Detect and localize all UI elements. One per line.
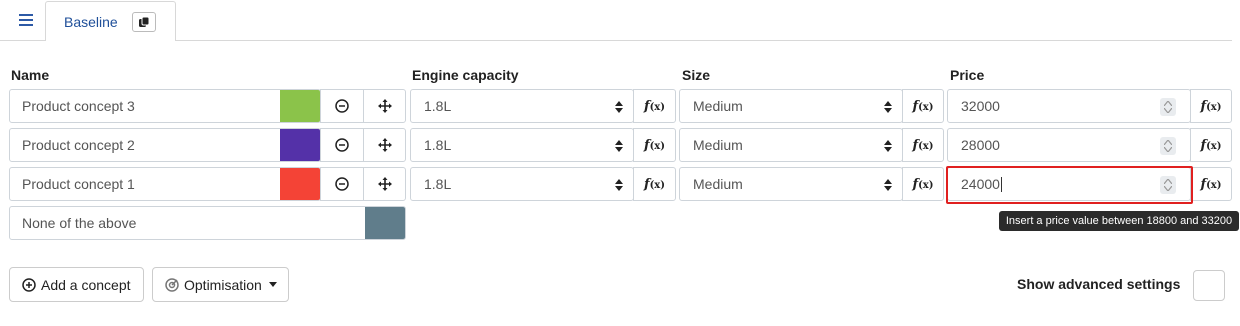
engine-formula-label: f(x) <box>643 98 666 114</box>
updown-icon <box>615 101 623 113</box>
price-value: 32000 <box>961 98 1000 114</box>
price-input[interactable]: 32000 <box>947 89 1191 123</box>
concept-name: Product concept 3 <box>22 98 135 114</box>
updown-icon <box>884 101 892 113</box>
tab-baseline[interactable]: Baseline <box>45 1 176 41</box>
engine-formula-button[interactable]: f(x) <box>633 128 676 162</box>
advanced-settings-label: Show advanced settings <box>1017 276 1181 292</box>
price-tooltip: Insert a price value between 18800 and 3… <box>999 211 1239 231</box>
concept-name-field[interactable]: Product concept 1 <box>9 167 321 201</box>
engine-formula-label: f(x) <box>643 176 666 192</box>
price-formula-label: f(x) <box>1200 137 1222 153</box>
spinner-icon[interactable] <box>1160 137 1176 155</box>
concept-color-swatch[interactable] <box>280 90 320 122</box>
engine-select[interactable]: 1.8L <box>410 128 634 162</box>
concept-name: Product concept 2 <box>22 137 135 153</box>
price-value-wrap: 32000 <box>961 90 1000 122</box>
plus-circle-icon <box>22 277 36 292</box>
move-arrows-icon <box>377 177 392 191</box>
add-concept-button[interactable]: Add a concept <box>9 267 144 302</box>
size-formula-label: f(x) <box>912 137 934 153</box>
column-header-name: Name <box>11 67 50 83</box>
concept-name-field[interactable]: Product concept 3 <box>9 89 321 123</box>
column-header-size: Size <box>682 67 711 83</box>
size-value: Medium <box>693 176 743 192</box>
copy-tab-button[interactable] <box>131 11 156 32</box>
none-color-swatch[interactable] <box>365 207 405 239</box>
add-concept-label: Add a concept <box>41 276 131 293</box>
size-formula-button[interactable]: f(x) <box>902 167 944 201</box>
size-formula-button[interactable]: f(x) <box>902 89 944 123</box>
size-select[interactable]: Medium <box>679 89 903 123</box>
minus-circle-icon <box>335 99 349 113</box>
move-concept-button[interactable] <box>363 128 406 162</box>
updown-icon <box>884 140 892 152</box>
menu-button[interactable] <box>10 6 42 34</box>
engine-value: 1.8L <box>424 176 452 192</box>
minus-circle-icon <box>335 177 349 191</box>
concept-color-swatch[interactable] <box>280 129 320 161</box>
concept-name-field[interactable]: Product concept 2 <box>9 128 321 162</box>
target-icon <box>165 277 179 292</box>
column-header-price: Price <box>950 67 985 83</box>
column-header-engine: Engine capacity <box>412 67 519 83</box>
move-concept-button[interactable] <box>363 167 406 201</box>
price-value: 28000 <box>961 137 1000 153</box>
engine-value: 1.8L <box>424 98 452 114</box>
optimisation-button[interactable]: Optimisation <box>152 267 289 302</box>
size-select[interactable]: Medium <box>679 167 903 201</box>
hamburger-icon <box>19 14 33 26</box>
price-formula-label: f(x) <box>1200 176 1222 192</box>
concept-color-swatch[interactable] <box>280 168 320 200</box>
size-value: Medium <box>693 137 743 153</box>
move-concept-button[interactable] <box>363 89 406 123</box>
minus-circle-icon <box>335 138 349 152</box>
tab-label: Baseline <box>64 13 118 30</box>
concept-name: Product concept 1 <box>22 176 135 192</box>
size-value: Medium <box>693 98 743 114</box>
price-focus-highlight <box>946 166 1193 204</box>
size-formula-button[interactable]: f(x) <box>902 128 944 162</box>
price-formula-button[interactable]: f(x) <box>1190 167 1232 201</box>
price-input[interactable]: 28000 <box>947 128 1191 162</box>
advanced-settings-checkbox[interactable] <box>1193 270 1225 301</box>
spinner-icon[interactable] <box>1160 98 1176 116</box>
engine-formula-label: f(x) <box>643 137 666 153</box>
remove-concept-button[interactable] <box>320 167 364 201</box>
price-formula-label: f(x) <box>1200 98 1222 114</box>
updown-icon <box>615 179 623 191</box>
copy-icon <box>138 16 150 27</box>
size-select[interactable]: Medium <box>679 128 903 162</box>
move-arrows-icon <box>377 138 392 152</box>
price-formula-button[interactable]: f(x) <box>1190 89 1232 123</box>
remove-concept-button[interactable] <box>320 89 364 123</box>
engine-value: 1.8L <box>424 137 452 153</box>
price-formula-button[interactable]: f(x) <box>1190 128 1232 162</box>
updown-icon <box>615 140 623 152</box>
remove-concept-button[interactable] <box>320 128 364 162</box>
none-option-field[interactable]: None of the above <box>9 206 406 240</box>
caret-down-icon <box>268 282 277 287</box>
engine-formula-button[interactable]: f(x) <box>633 167 676 201</box>
engine-select[interactable]: 1.8L <box>410 167 634 201</box>
engine-formula-button[interactable]: f(x) <box>633 89 676 123</box>
price-value-wrap: 28000 <box>961 129 1000 161</box>
move-arrows-icon <box>377 99 392 113</box>
optimisation-label: Optimisation <box>184 276 262 293</box>
size-formula-label: f(x) <box>912 176 934 192</box>
none-option-label: None of the above <box>22 215 137 231</box>
engine-select[interactable]: 1.8L <box>410 89 634 123</box>
updown-icon <box>884 179 892 191</box>
size-formula-label: f(x) <box>912 98 934 114</box>
